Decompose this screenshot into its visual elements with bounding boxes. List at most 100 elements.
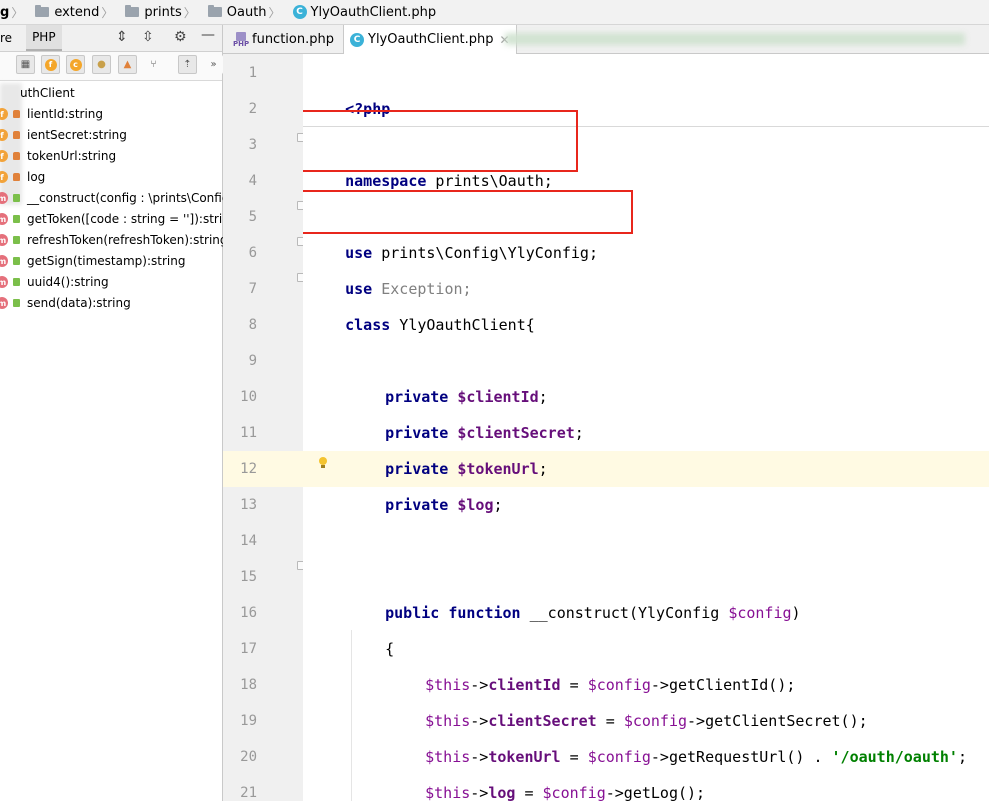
more-icon[interactable]: » (204, 55, 223, 74)
tree-label: tokenUrl:string (27, 149, 117, 163)
autoscroll-icon[interactable]: ⇡ (178, 55, 197, 74)
line-number: 17 (240, 641, 257, 657)
field-icon: f (0, 171, 8, 183)
method-icon: m (0, 234, 8, 246)
code-line-10: private $clientSecret; (349, 379, 584, 442)
method-icon: m (0, 297, 8, 309)
editor-tab-bar: PHP function.php C YlyOauthClient.php ✕ (223, 25, 989, 54)
tab-ylyoauthclient-php[interactable]: C YlyOauthClient.php ✕ (343, 25, 517, 54)
breadcrumb-item-oauth[interactable]: Oauth 〉 (204, 4, 289, 21)
breadcrumb-item-prints[interactable]: prints 〉 (121, 4, 203, 21)
field-filter-icon[interactable] (41, 55, 60, 74)
tree-label: lientId:string (27, 107, 104, 121)
line-number: 18 (240, 677, 257, 693)
breadcrumb-item-extend[interactable]: extend 〉 (31, 4, 121, 21)
tab-re[interactable]: re (0, 25, 18, 51)
field-name: log (488, 784, 516, 801)
gear-icon[interactable]: ⚙ (174, 29, 187, 45)
merge-icon[interactable]: ⑂ (144, 55, 163, 74)
breadcrumb-label: g (0, 4, 10, 20)
line-number: 11 (240, 425, 257, 441)
public-visibility-icon (13, 215, 20, 223)
code-editor[interactable]: <?php namespace prints\Oauth; use prints… (303, 54, 989, 801)
tree-label: __construct(config : \prints\Config (27, 191, 230, 205)
chevron-right-icon: 〉 (101, 5, 114, 20)
lightbulb-icon[interactable] (318, 457, 328, 469)
breadcrumb-item-root[interactable]: g 〉 (0, 4, 31, 21)
tab-php[interactable]: PHP (26, 25, 62, 51)
tree-label: send(data):string (27, 296, 131, 310)
keyword: private (385, 496, 449, 514)
field-name: $log (457, 496, 494, 514)
chevron-right-icon: 〉 (11, 5, 24, 20)
tab-label: PHP (32, 30, 56, 44)
code-text: ; (574, 424, 584, 442)
line-number: 1 (248, 65, 257, 81)
collapse-all-icon[interactable]: ⇳ (142, 29, 154, 45)
tab-label: re (0, 31, 13, 45)
tree-label: uthClient (20, 86, 75, 100)
code-text: ->getLog(); (605, 784, 706, 801)
folder-icon (35, 5, 50, 17)
constant-filter-icon[interactable]: ● (92, 55, 111, 74)
class-file-icon: C (350, 32, 364, 47)
code-text: __construct(YlyConfig (520, 604, 729, 622)
add-field-icon[interactable]: ▦ (16, 55, 35, 74)
tree-label: refreshToken(refreshToken):string (27, 233, 228, 247)
class-filter-icon[interactable] (66, 55, 85, 74)
code-line-6: use Exception; (309, 235, 471, 298)
tree-label: ientSecret:string (27, 128, 127, 142)
public-visibility-icon (13, 278, 20, 286)
private-lock-icon (13, 131, 20, 139)
code-text: ) (791, 604, 801, 622)
expand-all-icon[interactable]: ⇕ (116, 29, 128, 45)
line-number: 3 (248, 137, 257, 153)
code-line-7: class YlyOauthClient{ (309, 271, 535, 334)
tree-member-row[interactable]: m send(data):string (0, 293, 222, 313)
tab-function-php[interactable]: PHP function.php (227, 25, 340, 53)
use-highlight-box (303, 190, 633, 234)
code-line-15: public function __construct(YlyConfig $c… (349, 559, 800, 622)
breadcrumb-label: extend (54, 4, 100, 20)
code-text: = (515, 784, 543, 801)
structure-panel: re PHP ⇕ ⇳ ⚙ — ▦ ● ▲ ⑂ ⇡ » uthClient f li… (0, 25, 230, 801)
line-number: 5 (248, 209, 257, 225)
tree-label: uuid4():string (27, 275, 109, 289)
code-text: ; (493, 496, 503, 514)
class-file-icon: C (292, 5, 307, 19)
line-number: 12 (240, 461, 257, 477)
code-line-18: $this->clientSecret = $config->getClient… (389, 667, 868, 730)
tree-member-row[interactable]: m __construct(config : \prints\Config (0, 188, 229, 208)
tree-member-row[interactable]: f lientId:string (0, 104, 222, 124)
tree-member-row[interactable]: m uuid4():string (0, 272, 222, 292)
tree-member-row[interactable]: f ientSecret:string (0, 125, 222, 145)
line-number: 6 (248, 245, 257, 261)
public-visibility-icon (13, 299, 20, 307)
namespace-highlight-box (303, 110, 578, 172)
code-line-11: private $tokenUrl; (349, 415, 548, 478)
minimize-icon[interactable]: — (201, 27, 215, 43)
folder-icon (125, 5, 140, 17)
structure-toolbar: ▦ ● ▲ ⑂ ⇡ » (0, 52, 223, 81)
line-number: 8 (248, 317, 257, 333)
line-number: 14 (240, 533, 257, 549)
blurred-region (505, 33, 965, 45)
breadcrumb-label: Oauth (226, 4, 267, 20)
line-number: 9 (248, 353, 257, 369)
line-number: 2 (248, 101, 257, 117)
code-line-19: $this->tokenUrl = $config->getRequestUrl… (389, 703, 967, 766)
public-visibility-icon (13, 194, 20, 202)
chevron-right-icon: 〉 (268, 5, 281, 20)
code-text: prints\Oauth; (426, 172, 553, 190)
code-line-16: { (349, 595, 394, 658)
tree-member-row[interactable]: f tokenUrl:string (0, 146, 222, 166)
line-number: 19 (240, 713, 257, 729)
tree-member-row[interactable]: m getSign(timestamp):string (0, 251, 222, 271)
lock-icon[interactable]: ▲ (118, 55, 137, 74)
php-file-icon: PHP (233, 32, 249, 48)
tree-member-row[interactable]: f log (0, 167, 222, 187)
line-number: 13 (240, 497, 257, 513)
tree-member-row[interactable]: m refreshToken(refreshToken):string (0, 230, 228, 250)
breadcrumb-item-file[interactable]: C YlyOauthClient.php (289, 5, 441, 20)
tree-member-row[interactable]: m getToken([code : string = '']):strin (0, 209, 230, 229)
